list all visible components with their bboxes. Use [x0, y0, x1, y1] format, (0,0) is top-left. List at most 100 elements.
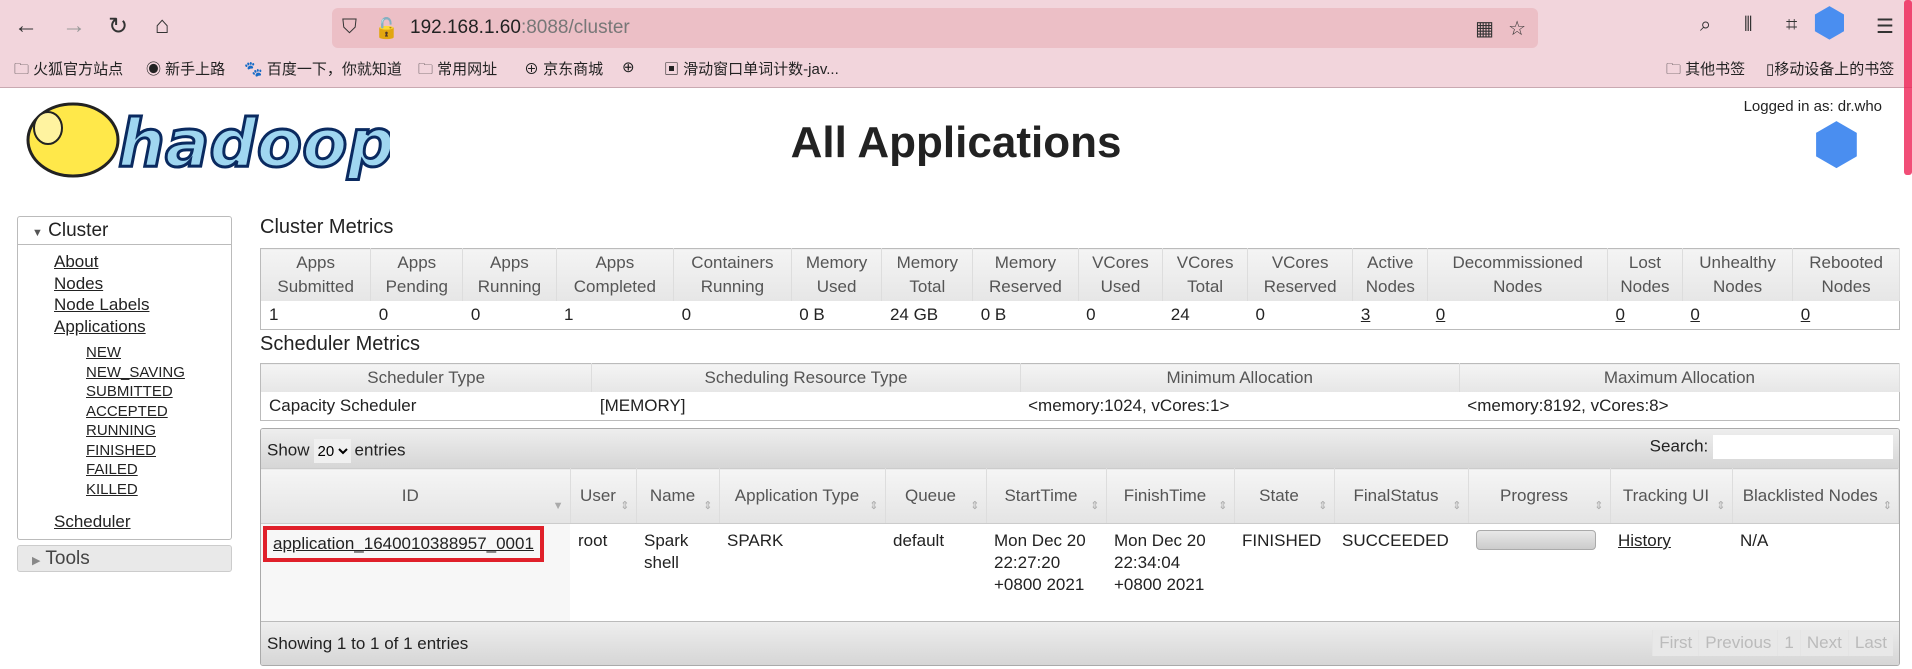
column-header-tracking-ui[interactable]: Tracking UI ⇕ — [1610, 468, 1733, 524]
metric-header-line: Total — [1187, 277, 1224, 296]
sidebar-state-new_saving[interactable]: NEW_SAVING — [18, 363, 231, 383]
pager-next[interactable]: Next — [1799, 630, 1848, 656]
scheduler-header: Minimum Allocation — [1020, 363, 1460, 392]
bookmark-star-icon[interactable]: ☆ — [1508, 16, 1526, 41]
sidebar-state-new[interactable]: NEW — [18, 343, 231, 363]
application-id-link[interactable]: application_1640010388957_0001 — [263, 526, 544, 562]
bookmark-item[interactable]: 🗀 其他书签 — [1666, 58, 1745, 84]
forward-icon[interactable]: → — [56, 12, 92, 40]
qr-code-icon[interactable]: ▦ — [1475, 16, 1494, 41]
metric-value: 1 — [261, 301, 371, 330]
metric-text: 1 — [564, 305, 574, 324]
bookmark-item[interactable]: 🐾 百度一下，你就知道 — [244, 58, 402, 79]
metric-value: 24 — [1163, 301, 1248, 330]
cell-id: application_1640010388957_0001 — [261, 523, 570, 624]
address-bar[interactable]: ⛉ 🔓 192.168.1.60:8088/cluster ▦ ☆ — [332, 8, 1538, 48]
metric-link[interactable]: 0 — [1801, 305, 1810, 324]
sidebar-link-scheduler[interactable]: Scheduler — [18, 511, 231, 533]
scheduler-value: <memory:8192, vCores:8> — [1467, 396, 1669, 415]
bookmark-item[interactable]: ⊕ — [622, 58, 635, 76]
home-icon[interactable]: ⌂ — [144, 12, 180, 40]
cell-progress — [1468, 524, 1610, 624]
column-label: Name — [649, 486, 696, 505]
sort-desc-icon: ▼ — [552, 500, 564, 512]
menu-icon[interactable]: ☰ — [1876, 14, 1894, 39]
search-input[interactable] — [1713, 435, 1893, 459]
shield-icon[interactable]: ⛉ — [342, 16, 357, 39]
sort-icon: ⇕ — [703, 500, 713, 512]
bookmark-item[interactable]: 🗀 常用网址 — [418, 58, 497, 84]
metric-value: 0 — [1607, 301, 1682, 330]
metric-header-line: VCores — [1176, 253, 1234, 272]
column-header-name[interactable]: Name ⇕ — [636, 468, 720, 524]
scheduler-header: Scheduler Type — [260, 363, 593, 392]
metric-value: 0 — [463, 301, 556, 330]
bookmark-item[interactable]: ⊕ 京东商城 — [524, 58, 603, 79]
bookmark-item[interactable]: ▯移动设备上的书签 — [1766, 58, 1894, 79]
back-icon[interactable]: ← — [8, 12, 44, 40]
sidebar-state-running[interactable]: RUNNING — [18, 421, 231, 441]
history-link[interactable]: History — [1618, 531, 1671, 550]
pager-previous[interactable]: Previous — [1698, 630, 1778, 656]
column-header-queue[interactable]: Queue ⇕ — [885, 468, 987, 524]
folder-icon: 🗀 — [1666, 61, 1686, 78]
metric-header: Rebooted Nodes — [1792, 248, 1900, 301]
column-header-blacklisted-nodes[interactable]: Blacklisted Nodes ⇕ — [1732, 468, 1899, 524]
sidebar-link-node-labels[interactable]: Node Labels — [18, 294, 231, 316]
metric-link[interactable]: 3 — [1361, 305, 1370, 324]
column-header-state[interactable]: State ⇕ — [1234, 468, 1335, 524]
column-header-id[interactable]: ID ▼ — [261, 468, 571, 524]
extension-icon[interactable]: ⌗ — [1786, 14, 1797, 37]
metric-value: 0 B — [973, 301, 1078, 330]
metric-link[interactable]: 0 — [1436, 305, 1445, 324]
column-header-starttime[interactable]: StartTime ⇕ — [986, 468, 1107, 524]
metric-text: 0 B — [799, 305, 825, 324]
sort-icon: ⇕ — [970, 500, 980, 512]
sidebar-state-submitted[interactable]: SUBMITTED — [18, 382, 231, 402]
entries-label: entries — [354, 440, 406, 460]
column-label: StartTime — [1004, 486, 1078, 505]
metric-link[interactable]: 0 — [1690, 305, 1699, 324]
sidebar-link-applications[interactable]: Applications — [18, 316, 231, 338]
insecure-lock-icon[interactable]: 🔓 — [374, 16, 399, 41]
sidebar-state-killed[interactable]: KILLED — [18, 480, 231, 500]
bird-extension-icon[interactable]: ⬢ — [1812, 0, 1847, 46]
column-header-user[interactable]: User ⇕ — [570, 468, 637, 524]
pager-last[interactable]: Last — [1847, 630, 1893, 656]
cell-text: Spark shell — [644, 531, 689, 572]
entries-select[interactable]: 20 — [313, 439, 351, 463]
sort-icon: ⇕ — [620, 500, 630, 512]
metric-header-line: Memory — [994, 253, 1057, 272]
metric-header-line: Apps — [397, 253, 437, 272]
column-header-finishtime[interactable]: FinishTime ⇕ — [1106, 468, 1235, 524]
column-header-progress[interactable]: Progress ⇕ — [1468, 468, 1611, 524]
column-header-application-type[interactable]: Application Type ⇕ — [719, 468, 886, 524]
search-icon[interactable]: ⌕ — [1700, 14, 1711, 37]
bookmark-item[interactable]: ◉ 新手上路 — [146, 58, 225, 79]
sidebar-link-nodes[interactable]: Nodes — [18, 273, 231, 295]
bookmark-item[interactable]: 🗀 火狐官方站点 — [14, 58, 123, 84]
metric-header-line: Reserved — [1263, 277, 1337, 296]
column-header-finalstatus[interactable]: FinalStatus ⇕ — [1334, 468, 1469, 524]
sidebar-link-about[interactable]: About — [18, 251, 231, 273]
site-51-icon: ▣ — [664, 61, 684, 78]
bookmark-item[interactable]: ▣ 滑动窗口单词计数-jav... — [664, 58, 839, 79]
reload-icon[interactable]: ↻ — [100, 12, 136, 41]
metric-header-line: Nodes — [1365, 277, 1415, 296]
pager-1[interactable]: 1 — [1777, 630, 1800, 656]
sidebar-tools[interactable]: ▶ Tools — [17, 545, 232, 572]
sidebar-state-finished[interactable]: FINISHED — [18, 441, 231, 461]
sidebar-state-accepted[interactable]: ACCEPTED — [18, 402, 231, 422]
cell-text: root — [578, 531, 608, 550]
sidebar-state-failed[interactable]: FAILED — [18, 460, 231, 480]
pager-first[interactable]: First — [1652, 630, 1699, 656]
bird-extension-icon[interactable]: ⬢ — [1812, 114, 1861, 174]
metric-header: Lost Nodes — [1607, 248, 1683, 301]
column-label: Progress — [1499, 486, 1569, 505]
cell-text: N/A — [1740, 531, 1769, 550]
metric-link[interactable]: 0 — [1615, 305, 1624, 324]
cluster-section-toggle[interactable]: ▼ Cluster — [18, 217, 231, 245]
bookmark-label: 百度一下，你就知道 — [266, 61, 402, 78]
metric-text: 0 — [1255, 305, 1265, 324]
library-icon[interactable]: ⫴ — [1744, 14, 1752, 37]
